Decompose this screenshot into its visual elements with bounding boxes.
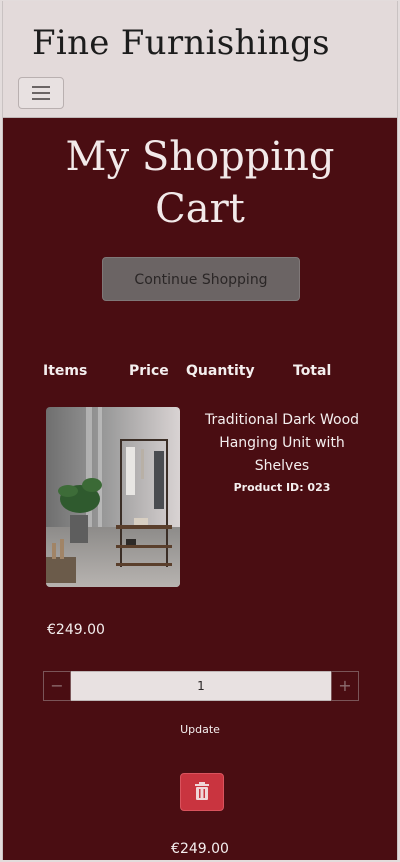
trash-icon [195, 782, 209, 800]
update-link: Update [3, 723, 397, 736]
product-photo [46, 407, 180, 587]
update-link-text[interactable]: Update [180, 723, 220, 736]
hamburger-menu-icon[interactable] [18, 77, 64, 109]
column-header-price: Price [129, 363, 169, 379]
item-price: €249.00 [47, 622, 105, 638]
column-header-items: Items [43, 363, 88, 379]
page-title-text: My Shopping Cart [65, 134, 335, 232]
column-header-quantity: Quantity [186, 363, 255, 379]
product-id: Product ID: 023 [233, 481, 331, 494]
brand-logo[interactable]: Fine Furnishings [32, 23, 330, 63]
decrement-button[interactable]: − [43, 671, 71, 701]
product-name[interactable]: Traditional Dark Wood Hanging Unit with … [201, 409, 363, 478]
quantity-input[interactable]: 1 [71, 671, 331, 701]
page-title: My Shopping Cart [3, 131, 397, 235]
product-image[interactable] [46, 407, 180, 587]
delete-item-button[interactable] [180, 773, 224, 811]
column-header-total: Total [293, 363, 332, 379]
app-frame: Fine Furnishings My Shopping Cart Contin… [2, 1, 398, 860]
quantity-stepper: − 1 + [43, 671, 359, 701]
increment-button[interactable]: + [331, 671, 359, 701]
continue-shopping-button[interactable]: Continue Shopping [102, 257, 300, 301]
item-total: €249.00 [171, 841, 229, 857]
site-header: Fine Furnishings [3, 1, 397, 118]
